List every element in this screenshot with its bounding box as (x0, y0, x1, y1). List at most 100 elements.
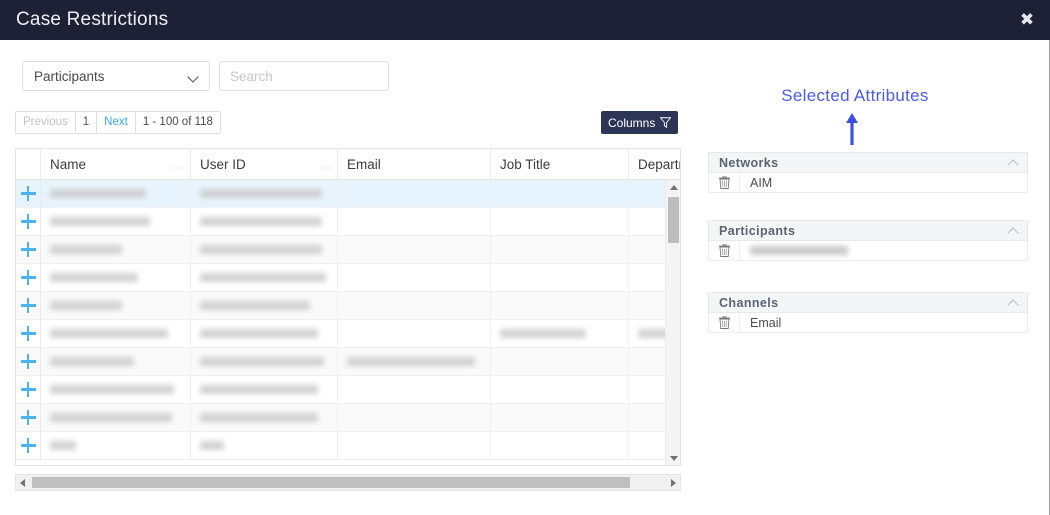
entity-type-select[interactable]: Participants (22, 61, 210, 91)
table-cell (491, 375, 629, 404)
plus-icon[interactable] (20, 410, 36, 425)
selected-attributes-annotation: Selected Attributes (781, 86, 929, 105)
table-cell (491, 263, 629, 292)
table-cell (491, 235, 629, 264)
row-expand-cell[interactable] (16, 291, 41, 320)
plus-icon[interactable] (20, 438, 36, 453)
row-expand-cell[interactable] (16, 180, 41, 208)
table-cell (41, 375, 191, 404)
vertical-scroll-thumb[interactable] (668, 197, 679, 243)
plus-icon[interactable] (20, 382, 36, 397)
plus-icon[interactable] (20, 186, 36, 201)
pagination: Previous 1 Next 1 - 100 of 118 (15, 111, 221, 134)
chevron-down-icon (189, 73, 199, 79)
table-header-row: Name ⋯ User ID ⋯ Email Job Title Departme (16, 149, 680, 180)
plus-icon[interactable] (20, 326, 36, 341)
table-cell (338, 235, 491, 264)
table-cell (191, 375, 338, 404)
redacted-value (50, 273, 138, 282)
columns-button[interactable]: Columns (601, 111, 679, 134)
table-cell (491, 319, 629, 348)
close-icon[interactable]: ✖ (1016, 9, 1038, 31)
attribute-panel-header[interactable]: Networks (708, 152, 1028, 172)
table-cell (191, 403, 338, 432)
redacted-value (50, 217, 150, 226)
table-cell (191, 431, 338, 460)
attribute-panel-header[interactable]: Participants (708, 220, 1028, 240)
redacted-value (50, 441, 76, 450)
pagination-next-button[interactable]: Next (97, 112, 136, 133)
plus-icon[interactable] (20, 214, 36, 229)
row-expand-cell[interactable] (16, 431, 41, 460)
up-arrow-icon (846, 113, 858, 145)
table-row[interactable] (16, 375, 680, 404)
table-vertical-scrollbar[interactable] (665, 180, 680, 465)
redacted-value (50, 301, 122, 310)
table-cell (41, 319, 191, 348)
delete-attribute-button[interactable] (709, 173, 740, 192)
table-cell (338, 263, 491, 292)
redacted-value (50, 245, 122, 254)
table-cell (491, 347, 629, 376)
chevron-up-icon[interactable] (1008, 159, 1019, 166)
table-cell (41, 431, 191, 460)
row-expand-cell[interactable] (16, 347, 41, 376)
plus-icon[interactable] (20, 354, 36, 369)
table-row[interactable] (16, 431, 680, 460)
table-row[interactable] (16, 347, 680, 376)
redacted-value (200, 385, 318, 394)
row-expand-cell[interactable] (16, 263, 41, 292)
pagination-previous-button[interactable]: Previous (16, 112, 76, 133)
attribute-value: AIM (750, 175, 773, 190)
arrow-up-icon[interactable] (669, 185, 678, 190)
table-cell (338, 375, 491, 404)
arrow-right-icon[interactable] (671, 479, 676, 487)
table-cell (41, 403, 191, 432)
delete-attribute-button[interactable] (709, 313, 740, 332)
search-input[interactable] (219, 61, 389, 91)
participants-table: Name ⋯ User ID ⋯ Email Job Title Departme (15, 148, 681, 466)
column-menu-icon[interactable]: ⋯ (320, 164, 331, 174)
table-cell (191, 235, 338, 264)
row-expand-cell[interactable] (16, 207, 41, 236)
table-cell (41, 291, 191, 320)
table-header-email[interactable]: Email (338, 149, 491, 179)
arrow-left-icon[interactable] (20, 479, 25, 487)
trash-icon (718, 316, 730, 329)
table-row[interactable] (16, 403, 680, 432)
table-header-name[interactable]: Name ⋯ (41, 149, 191, 179)
table-row[interactable] (16, 180, 680, 208)
chevron-up-icon[interactable] (1008, 299, 1019, 306)
chevron-up-icon[interactable] (1008, 227, 1019, 234)
table-header-departme[interactable]: Departme (629, 149, 680, 179)
arrow-down-icon[interactable] (669, 456, 678, 461)
row-expand-cell[interactable] (16, 235, 41, 264)
plus-icon[interactable] (20, 298, 36, 313)
column-menu-icon[interactable]: ⋯ (173, 164, 184, 174)
table-header-label: Job Title (500, 156, 551, 172)
row-expand-cell[interactable] (16, 319, 41, 348)
table-body (16, 180, 680, 465)
table-cell (191, 263, 338, 292)
table-header-label: Name (50, 156, 87, 172)
row-expand-cell[interactable] (16, 403, 41, 432)
plus-icon[interactable] (20, 270, 36, 285)
attribute-panel-header[interactable]: Channels (708, 292, 1028, 312)
redacted-value (50, 329, 168, 338)
plus-icon[interactable] (20, 242, 36, 257)
table-row[interactable] (16, 235, 680, 264)
table-horizontal-scrollbar[interactable] (15, 474, 681, 491)
table-header-job-title[interactable]: Job Title (491, 149, 629, 179)
horizontal-scroll-thumb[interactable] (32, 477, 630, 488)
table-row[interactable] (16, 263, 680, 292)
table-header-user-id[interactable]: User ID ⋯ (191, 149, 338, 179)
row-expand-cell[interactable] (16, 375, 41, 404)
table-row[interactable] (16, 207, 680, 236)
redacted-value (200, 441, 224, 450)
redacted-value (347, 357, 475, 366)
table-row[interactable] (16, 291, 680, 320)
table-cell (338, 319, 491, 348)
pagination-page-1-button[interactable]: 1 (76, 112, 98, 133)
delete-attribute-button[interactable] (709, 241, 740, 260)
table-row[interactable] (16, 319, 680, 348)
